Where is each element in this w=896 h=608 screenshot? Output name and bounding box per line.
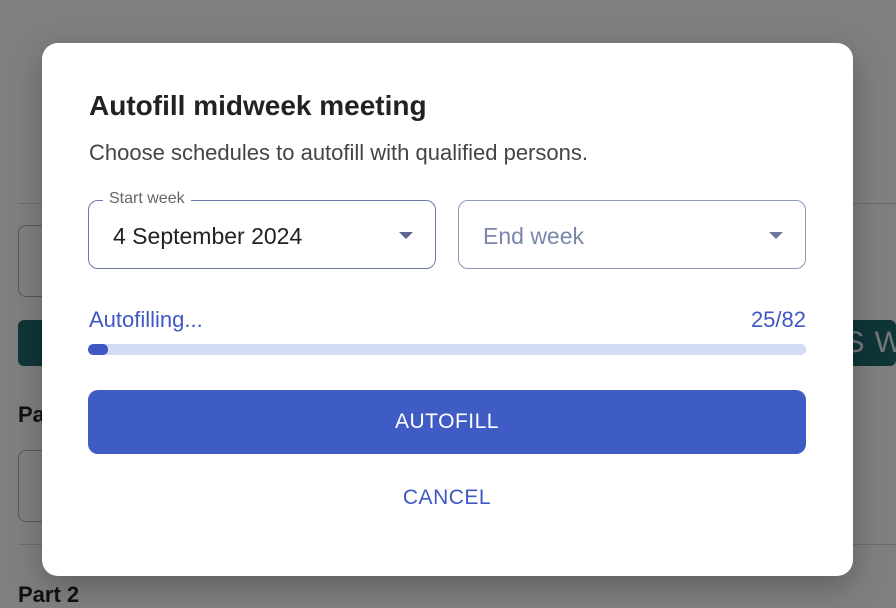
chevron-down-icon (399, 232, 413, 239)
progress-label: Autofilling... (89, 307, 203, 332)
start-week-select[interactable]: Start week 4 September 2024 (88, 190, 436, 269)
progress-bar (88, 344, 806, 355)
end-week-placeholder: End week (483, 223, 585, 249)
dialog-subtitle: Choose schedules to autofill with qualif… (89, 140, 588, 165)
progress-count: 25/82 (750, 307, 806, 332)
cancel-button[interactable]: CANCEL (372, 481, 522, 515)
autofill-dialog: Autofill midweek meeting Choose schedule… (42, 43, 853, 576)
start-week-label: Start week (103, 190, 191, 208)
dialog-title: Autofill midweek meeting (89, 90, 427, 121)
autofill-button[interactable]: AUTOFILL (88, 390, 806, 454)
chevron-down-icon (769, 232, 783, 239)
start-week-value: 4 September 2024 (113, 223, 303, 249)
end-week-select[interactable]: End week (458, 200, 806, 269)
progress-bar-fill (88, 344, 109, 355)
